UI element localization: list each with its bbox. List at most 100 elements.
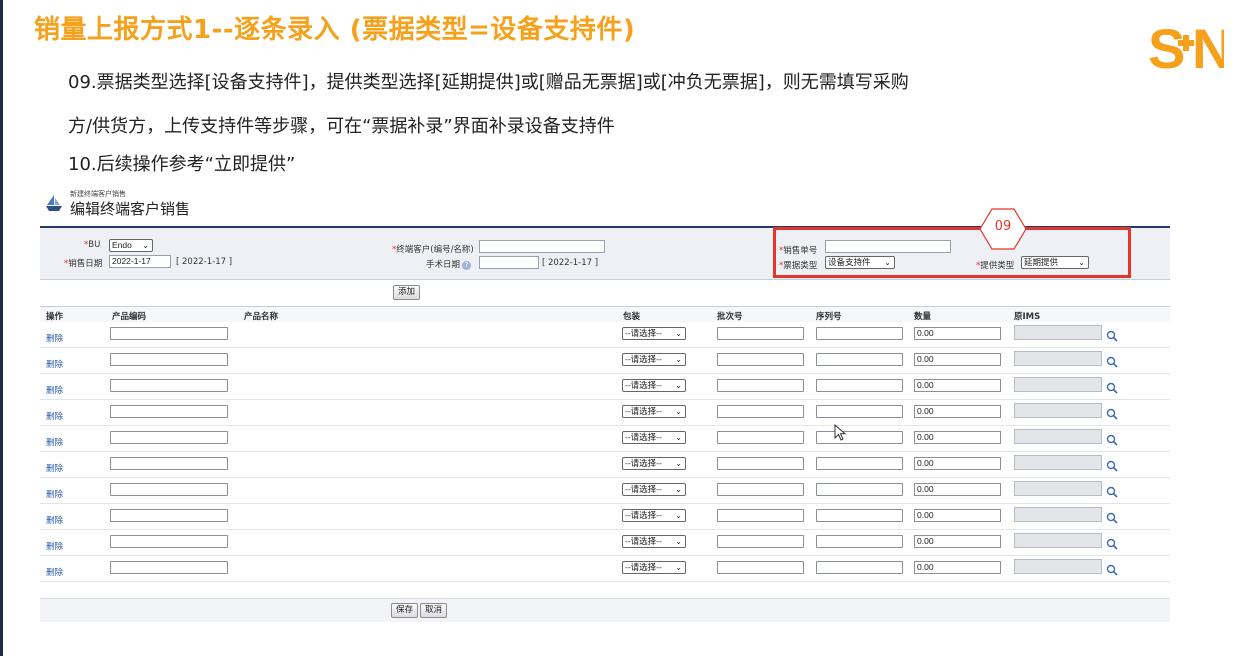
- batch-input[interactable]: [717, 561, 804, 574]
- cancel-button[interactable]: 取消: [420, 603, 448, 618]
- quantity-input[interactable]: 0.00: [914, 509, 1001, 522]
- delete-link[interactable]: 删除: [46, 488, 63, 500]
- column-header-action: 操作: [46, 312, 64, 322]
- product-code-input[interactable]: [110, 509, 228, 522]
- ship-icon: [46, 195, 62, 211]
- serial-input[interactable]: [816, 535, 903, 548]
- packaging-select[interactable]: --请选择-- ⌄: [622, 535, 686, 548]
- instruction-line-2: 方/供货方，上传支持件等步骤，可在“票据补录”界面补录设备支持件: [68, 116, 615, 137]
- grid-header: 操作 产品编码 产品名称 包装 批次号 序列号 数量 原IMS: [40, 306, 1170, 322]
- chevron-down-icon: ⌄: [675, 329, 682, 338]
- batch-input[interactable]: [717, 509, 804, 522]
- quantity-input[interactable]: 0.00: [914, 379, 1001, 392]
- quantity-input[interactable]: 0.00: [914, 405, 1001, 418]
- packaging-select[interactable]: --请选择-- ⌄: [622, 483, 686, 496]
- column-header-product-name: 产品名称: [244, 312, 279, 322]
- lookup-icon[interactable]: [1106, 356, 1118, 368]
- serial-input[interactable]: [816, 405, 903, 418]
- svg-text:S: S: [1148, 18, 1185, 76]
- packaging-select[interactable]: --请选择-- ⌄: [622, 509, 686, 522]
- svg-text:N: N: [1192, 18, 1224, 76]
- delete-link[interactable]: 删除: [46, 384, 63, 396]
- product-code-input[interactable]: [110, 457, 228, 470]
- lookup-icon[interactable]: [1106, 564, 1118, 576]
- delete-link[interactable]: 删除: [46, 462, 63, 474]
- quantity-input[interactable]: 0.00: [914, 483, 1001, 496]
- product-code-input[interactable]: [110, 405, 228, 418]
- delete-link[interactable]: 删除: [46, 566, 63, 578]
- lookup-icon[interactable]: [1106, 382, 1118, 394]
- serial-input[interactable]: [816, 457, 903, 470]
- quantity-input[interactable]: 0.00: [914, 561, 1001, 574]
- packaging-select[interactable]: --请选择-- ⌄: [622, 379, 686, 392]
- delete-link[interactable]: 删除: [46, 332, 63, 344]
- product-code-input[interactable]: [110, 353, 228, 366]
- customer-input[interactable]: [479, 240, 605, 253]
- quantity-input[interactable]: 0.00: [914, 535, 1001, 548]
- packaging-select[interactable]: --请选择-- ⌄: [622, 457, 686, 470]
- batch-input[interactable]: [717, 353, 804, 366]
- product-code-input[interactable]: [110, 535, 228, 548]
- product-code-input[interactable]: [110, 379, 228, 392]
- packaging-select[interactable]: --请选择-- ⌄: [622, 353, 686, 366]
- delete-link[interactable]: 删除: [46, 410, 63, 422]
- chevron-down-icon: ⌄: [675, 537, 682, 546]
- delete-link[interactable]: 删除: [46, 540, 63, 552]
- packaging-select[interactable]: --请选择-- ⌄: [622, 561, 686, 574]
- batch-input[interactable]: [717, 405, 804, 418]
- quantity-input[interactable]: 0.00: [914, 431, 1001, 444]
- quantity-input[interactable]: 0.00: [914, 457, 1001, 470]
- product-code-input[interactable]: [110, 561, 228, 574]
- serial-input[interactable]: [816, 561, 903, 574]
- batch-input[interactable]: [717, 457, 804, 470]
- save-button[interactable]: 保存: [391, 603, 419, 618]
- batch-input[interactable]: [717, 379, 804, 392]
- manual-date-input[interactable]: [479, 256, 539, 269]
- bu-select[interactable]: Endo ⌄: [109, 239, 153, 252]
- instruction-line-1: 09.票据类型选择[设备支持件]，提供类型选择[延期提供]或[赠品无票据]或[冲…: [68, 72, 909, 93]
- original-ims-field: [1014, 559, 1102, 574]
- lookup-icon[interactable]: [1106, 434, 1118, 446]
- chevron-down-icon: ⌄: [675, 355, 682, 364]
- packaging-select[interactable]: --请选择-- ⌄: [622, 431, 686, 444]
- product-code-input[interactable]: [110, 431, 228, 444]
- original-ims-field: [1014, 455, 1102, 470]
- lookup-icon[interactable]: [1106, 460, 1118, 472]
- quantity-input[interactable]: 0.00: [914, 327, 1001, 340]
- serial-input[interactable]: [816, 379, 903, 392]
- serial-input[interactable]: [816, 509, 903, 522]
- table-row: 删除 --请选择-- ⌄ 0.00: [40, 348, 1170, 374]
- sale-date-input[interactable]: 2022-1-17: [109, 255, 171, 268]
- batch-input[interactable]: [717, 327, 804, 340]
- quantity-input[interactable]: 0.00: [914, 353, 1001, 366]
- delete-link[interactable]: 删除: [46, 514, 63, 526]
- packaging-select[interactable]: --请选择-- ⌄: [622, 405, 686, 418]
- chevron-down-icon: ⌄: [675, 433, 682, 442]
- original-ims-field: [1014, 507, 1102, 522]
- manual-date-label: 手术日期?: [426, 258, 472, 270]
- packaging-select[interactable]: --请选择-- ⌄: [622, 327, 686, 340]
- product-code-input[interactable]: [110, 483, 228, 496]
- table-row: 删除 --请选择-- ⌄ 0.00: [40, 426, 1170, 452]
- slide-title: 销量上报方式1--逐条录入 (票据类型=设备支持件): [34, 15, 636, 45]
- help-icon[interactable]: ?: [462, 261, 472, 270]
- table-row: 删除 --请选择-- ⌄ 0.00: [40, 452, 1170, 478]
- batch-input[interactable]: [717, 483, 804, 496]
- delete-link[interactable]: 删除: [46, 358, 63, 370]
- serial-input[interactable]: [816, 483, 903, 496]
- batch-input[interactable]: [717, 535, 804, 548]
- serial-input[interactable]: [816, 327, 903, 340]
- lookup-icon[interactable]: [1106, 512, 1118, 524]
- add-row-button[interactable]: 添加: [393, 285, 421, 300]
- lookup-icon[interactable]: [1106, 330, 1118, 342]
- lookup-icon[interactable]: [1106, 408, 1118, 420]
- instruction-line-3: 10.后续操作参考“立即提供”: [68, 154, 296, 175]
- serial-input[interactable]: [816, 353, 903, 366]
- delete-link[interactable]: 删除: [46, 436, 63, 448]
- product-code-input[interactable]: [110, 327, 228, 340]
- batch-input[interactable]: [717, 431, 804, 444]
- serial-input[interactable]: [816, 431, 903, 444]
- chevron-down-icon: ⌄: [675, 407, 682, 416]
- lookup-icon[interactable]: [1106, 538, 1118, 550]
- lookup-icon[interactable]: [1106, 486, 1118, 498]
